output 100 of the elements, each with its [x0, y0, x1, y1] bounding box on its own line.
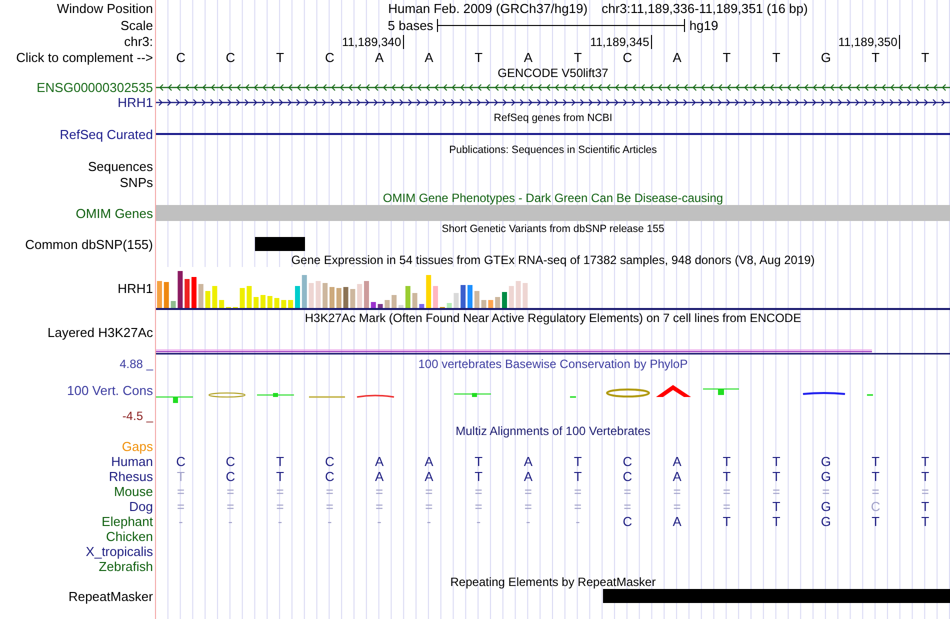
base-letter[interactable]: G — [820, 50, 831, 64]
aligned-base: A — [672, 454, 682, 468]
track-label[interactable]: Sequences — [88, 158, 153, 174]
coordinate-label: 11,189,345 — [590, 34, 652, 48]
aligned-base: = — [673, 500, 681, 514]
base-letter[interactable]: A — [424, 50, 434, 64]
aligned-base: T — [772, 514, 780, 528]
track-label[interactable]: Click to complement --> — [16, 50, 153, 65]
aligned-base: A — [524, 454, 533, 468]
gene-line[interactable] — [156, 133, 950, 134]
base-letter[interactable]: T — [772, 50, 780, 64]
aligned-base: = — [624, 500, 632, 514]
aligned-base: = — [276, 484, 284, 498]
aligned-base: C — [324, 470, 334, 484]
track-label[interactable]: 100 Vert. Cons — [67, 382, 153, 398]
aligned-base: C — [226, 454, 236, 468]
track-label[interactable]: chr3: — [124, 34, 153, 49]
aligned-base: T — [872, 514, 880, 528]
aligned-base: C — [622, 514, 632, 528]
track-label[interactable]: Dog — [129, 499, 153, 514]
aligned-base: T — [772, 500, 780, 514]
feature-block[interactable] — [900, 589, 950, 603]
aligned-base: G — [820, 514, 831, 528]
aligned-base: = — [722, 500, 730, 514]
track-label[interactable]: Mouse — [114, 484, 153, 499]
aligned-base: A — [672, 470, 682, 484]
track-label[interactable]: Human — [111, 454, 153, 469]
track-label[interactable]: Elephant — [102, 514, 153, 529]
aligned-base: C — [226, 470, 236, 484]
track-title: Publications: Sequences in Scientific Articles — [449, 144, 657, 156]
aligned-base: G — [820, 454, 831, 468]
base-letter[interactable]: T — [474, 50, 483, 64]
base-letter[interactable]: T — [722, 50, 731, 64]
track-label[interactable]: Zebrafish — [98, 559, 153, 574]
phenotype-band[interactable] — [156, 205, 950, 221]
aligned-base: A — [374, 470, 384, 484]
base-letter[interactable]: C — [324, 50, 334, 64]
position-range-text: chr3:11,189,336-11,189,351 (16 bp) — [602, 1, 808, 16]
aligned-base: = — [722, 484, 730, 498]
track-label[interactable]: Layered H3K27Ac — [47, 325, 153, 340]
track-label[interactable]: Scale — [120, 18, 153, 32]
base-letter[interactable]: C — [622, 50, 632, 64]
aligned-base: = — [326, 484, 334, 498]
base-letter[interactable]: T — [276, 50, 284, 64]
aligned-base: T — [872, 454, 880, 468]
aligned-base: - — [278, 514, 282, 528]
aligned-base: T — [772, 470, 780, 484]
expression-bars-drawing[interactable] — [156, 267, 530, 308]
track-label[interactable]: Rhesus — [108, 469, 153, 484]
aligned-base: T — [921, 454, 930, 468]
aligned-base: C — [622, 470, 632, 484]
aligned-base: = — [574, 500, 582, 514]
track-label[interactable]: HRH1 — [118, 95, 153, 110]
base-letter[interactable]: A — [374, 50, 384, 64]
track-label[interactable]: Window Position — [56, 1, 153, 16]
base-letter[interactable]: T — [872, 50, 880, 64]
track-label[interactable]: SNPs — [120, 174, 153, 190]
aligned-base: = — [376, 484, 384, 498]
aligned-base: = — [524, 500, 532, 514]
aligned-base: = — [872, 484, 880, 498]
aligned-base: T — [474, 454, 483, 468]
aligned-base: T — [722, 470, 731, 484]
aligned-base: A — [374, 454, 384, 468]
track-title: H3K27Ac Mark (Often Found Near Active Regulatory Elements) on 7 cell lines from ENCODE — [304, 310, 802, 324]
aligned-base: = — [425, 500, 433, 514]
aligned-base: T — [574, 470, 582, 484]
aligned-base: = — [921, 484, 929, 498]
base-letter[interactable]: T — [574, 50, 582, 64]
track-label[interactable]: Chicken — [106, 529, 153, 544]
aligned-base: = — [226, 500, 234, 514]
aligned-base: T — [872, 470, 880, 484]
track-label[interactable]: RepeatMasker — [68, 589, 153, 604]
track-title: OMIM Gene Phenotypes - Dark Green Can Be Disease-causing — [382, 190, 724, 204]
base-letter[interactable]: C — [176, 50, 186, 64]
aligned-base: T — [772, 454, 780, 468]
scale-text: 5 bases — [388, 18, 434, 32]
aligned-base: = — [822, 484, 830, 498]
base-letter[interactable]: T — [921, 50, 930, 64]
base-letter[interactable]: A — [524, 50, 533, 64]
track-label[interactable]: Common dbSNP(155) — [25, 237, 153, 252]
aligned-base: = — [574, 484, 582, 498]
aligned-base: - — [228, 514, 233, 528]
track-label[interactable]: RefSeq Curated — [60, 126, 153, 142]
feature-block[interactable] — [255, 237, 305, 251]
aligned-base: A — [424, 454, 434, 468]
aligned-base: G — [820, 500, 831, 514]
track-label[interactable]: HRH1 — [118, 281, 153, 296]
base-letter[interactable]: A — [672, 50, 682, 64]
aligned-base: C — [176, 454, 186, 468]
track-title: GENCODE V50lift37 — [498, 66, 608, 80]
base-letter[interactable]: C — [226, 50, 236, 64]
aligned-base: - — [328, 514, 332, 528]
feature-block[interactable] — [602, 589, 652, 603]
aligned-base: = — [276, 500, 284, 514]
aligned-base: - — [576, 514, 580, 528]
aligned-base: - — [526, 514, 530, 528]
track-label[interactable]: OMIM Genes — [76, 206, 153, 220]
track-label[interactable]: ENSG00000302535 — [36, 80, 153, 95]
aligned-base: T — [176, 470, 185, 484]
track-label[interactable]: X_tropicalis — [86, 544, 153, 559]
